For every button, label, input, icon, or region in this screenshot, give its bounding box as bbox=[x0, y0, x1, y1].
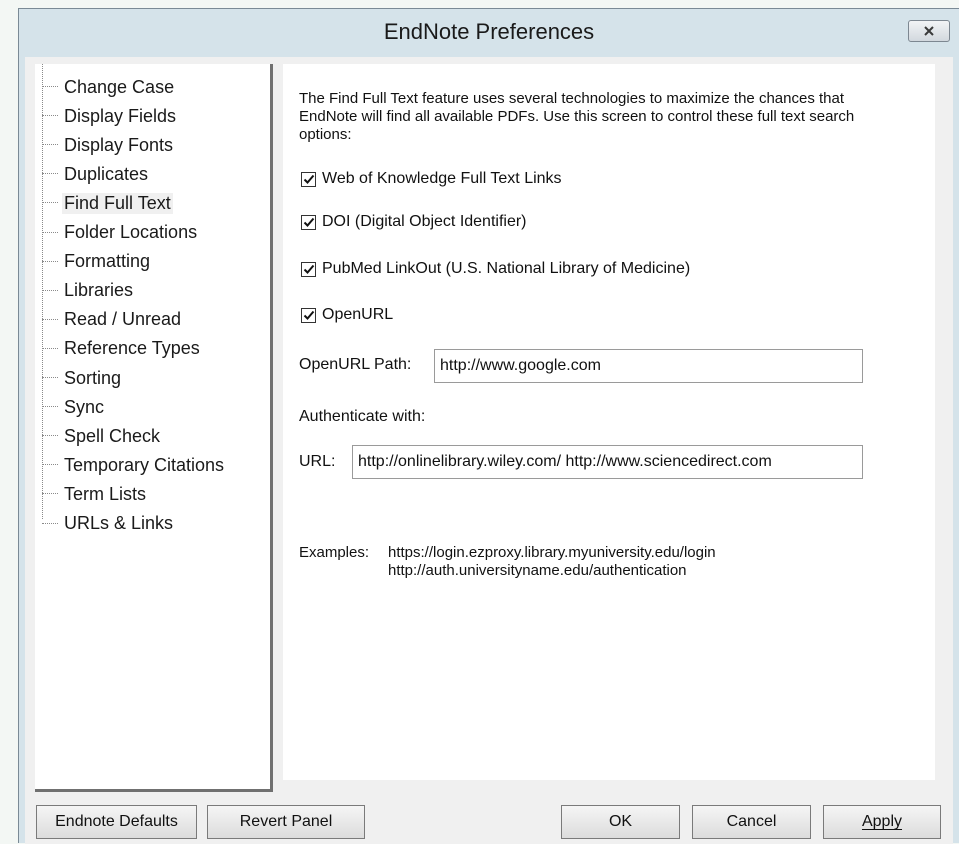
option-label: Web of Knowledge Full Text Links bbox=[322, 170, 562, 187]
sidebar-item-display-fields[interactable]: Display Fields bbox=[35, 103, 178, 129]
sidebar-item-find-full-text[interactable]: Find Full Text bbox=[35, 190, 173, 216]
checkmark-icon bbox=[303, 174, 314, 184]
option-openurl[interactable]: OpenURL bbox=[301, 306, 393, 324]
option-web-of-knowledge[interactable]: Web of Knowledge Full Text Links bbox=[301, 170, 562, 188]
tree-connector bbox=[42, 435, 58, 437]
sidebar-item-folder-locations[interactable]: Folder Locations bbox=[35, 220, 199, 246]
preferences-tree: Change Case Display Fields Display Fonts Du… bbox=[35, 64, 273, 792]
tree-connector bbox=[42, 144, 58, 146]
preferences-window: EndNote Preferences Change Case Display F… bbox=[18, 8, 959, 844]
tree-connector bbox=[42, 347, 58, 350]
sidebar-item-term-lists[interactable]: Term Lists bbox=[35, 481, 148, 507]
title-bar[interactable]: EndNote Preferences bbox=[19, 9, 959, 57]
option-pubmed-linkout[interactable]: PubMed LinkOut (U.S. National Library of… bbox=[301, 260, 690, 278]
option-doi[interactable]: DOI (Digital Object Identifier) bbox=[301, 213, 527, 231]
ok-button[interactable]: OK bbox=[561, 805, 680, 839]
sidebar-item-label: Sorting bbox=[64, 367, 122, 388]
apply-label: Apply bbox=[861, 813, 903, 830]
sidebar-item-temporary-citations[interactable]: Temporary Citations bbox=[35, 452, 226, 478]
openurl-path-input[interactable] bbox=[434, 349, 863, 383]
sidebar-item-label: Display Fields bbox=[64, 105, 177, 126]
checkbox[interactable] bbox=[301, 261, 316, 277]
sidebar-item-label: Folder Locations bbox=[64, 222, 198, 242]
sidebar-item-formatting[interactable]: Formatting bbox=[35, 249, 152, 275]
sidebar-item-label: Change Case bbox=[64, 76, 175, 97]
sidebar-item-label: Find Full Text bbox=[62, 192, 173, 214]
openurl-path-label: OpenURL Path: bbox=[299, 356, 412, 373]
authentication-url-input[interactable] bbox=[352, 445, 863, 479]
tree-connector bbox=[42, 522, 58, 525]
sidebar-item-read-unread[interactable]: Read / Unread bbox=[35, 307, 183, 333]
window-title: EndNote Preferences bbox=[383, 19, 595, 44]
example-url-2: http://auth.universityname.edu/authentic… bbox=[388, 562, 687, 579]
sidebar-item-label: Sync bbox=[64, 396, 105, 417]
checkbox[interactable] bbox=[301, 214, 316, 230]
checkmark-icon bbox=[303, 264, 314, 274]
option-label: OpenURL bbox=[322, 306, 394, 323]
sidebar-item-label: Read / Unread bbox=[64, 309, 182, 330]
tree-connector bbox=[42, 377, 58, 379]
checkbox[interactable] bbox=[301, 171, 316, 187]
sidebar-item-duplicates[interactable]: Duplicates bbox=[35, 161, 150, 187]
tree-connector bbox=[42, 115, 58, 117]
tree-connector bbox=[42, 173, 58, 175]
sidebar-item-spell-check[interactable]: Spell Check bbox=[35, 423, 162, 449]
tree-connector bbox=[42, 406, 58, 408]
example-url-1: https://login.ezproxy.library.myuniversi… bbox=[388, 544, 716, 561]
sidebar-item-label: Display Fonts bbox=[64, 134, 174, 155]
cancel-button[interactable]: Cancel bbox=[692, 805, 811, 839]
sidebar-item-libraries[interactable]: Libraries bbox=[35, 278, 135, 304]
tree-connector bbox=[42, 493, 58, 495]
sidebar-item-label: URLs & Links bbox=[64, 513, 174, 533]
url-label: URL: bbox=[299, 453, 336, 470]
tree-connector bbox=[42, 464, 58, 466]
checkmark-icon bbox=[303, 310, 314, 320]
option-label: DOI (Digital Object Identifier) bbox=[322, 213, 527, 230]
option-label: PubMed LinkOut (U.S. National Library of… bbox=[322, 260, 691, 277]
checkmark-icon bbox=[303, 217, 314, 227]
tree-connector bbox=[42, 289, 58, 292]
sidebar-item-label: Libraries bbox=[64, 280, 134, 301]
sidebar-item-sorting[interactable]: Sorting bbox=[35, 365, 123, 391]
tree-connector bbox=[42, 260, 58, 263]
tree-connector bbox=[42, 86, 58, 88]
sidebar-item-sync[interactable]: Sync bbox=[35, 394, 106, 420]
authenticate-label: Authenticate with: bbox=[299, 408, 426, 425]
sidebar-item-display-fonts[interactable]: Display Fonts bbox=[35, 132, 175, 158]
dialog-client-area: Change Case Display Fields Display Fonts Du… bbox=[25, 57, 953, 844]
sidebar-item-label: Formatting bbox=[64, 251, 151, 272]
examples-label: Examples: bbox=[299, 544, 370, 561]
sidebar-item-label: Duplicates bbox=[64, 163, 149, 184]
checkbox[interactable] bbox=[301, 307, 316, 323]
panel-description: The Find Full Text feature uses several … bbox=[299, 90, 855, 143]
sidebar-item-label: Temporary Citations bbox=[64, 454, 225, 475]
examples-block: Examples: https://login.ezproxy.library.… bbox=[299, 544, 716, 579]
sidebar-item-label: Term Lists bbox=[64, 483, 147, 504]
sidebar-item-label: Spell Check bbox=[64, 425, 161, 446]
close-x-icon bbox=[924, 26, 934, 36]
sidebar-item-urls-links[interactable]: URLs & Links bbox=[35, 511, 175, 537]
tree-connector bbox=[42, 231, 58, 234]
tree-connector bbox=[42, 202, 58, 204]
tree-connector bbox=[42, 318, 58, 321]
sidebar-item-label: Reference Types bbox=[64, 338, 200, 359]
sidebar-item-reference-types[interactable]: Reference Types bbox=[35, 336, 202, 362]
apply-button[interactable]: Apply bbox=[823, 805, 941, 839]
sidebar-item-change-case[interactable]: Change Case bbox=[35, 74, 176, 100]
endnote-defaults-button[interactable]: Endnote Defaults bbox=[36, 805, 197, 839]
close-button[interactable] bbox=[908, 20, 950, 42]
revert-panel-button[interactable]: Revert Panel bbox=[207, 805, 365, 839]
find-full-text-panel: The Find Full Text feature uses several … bbox=[283, 64, 935, 780]
